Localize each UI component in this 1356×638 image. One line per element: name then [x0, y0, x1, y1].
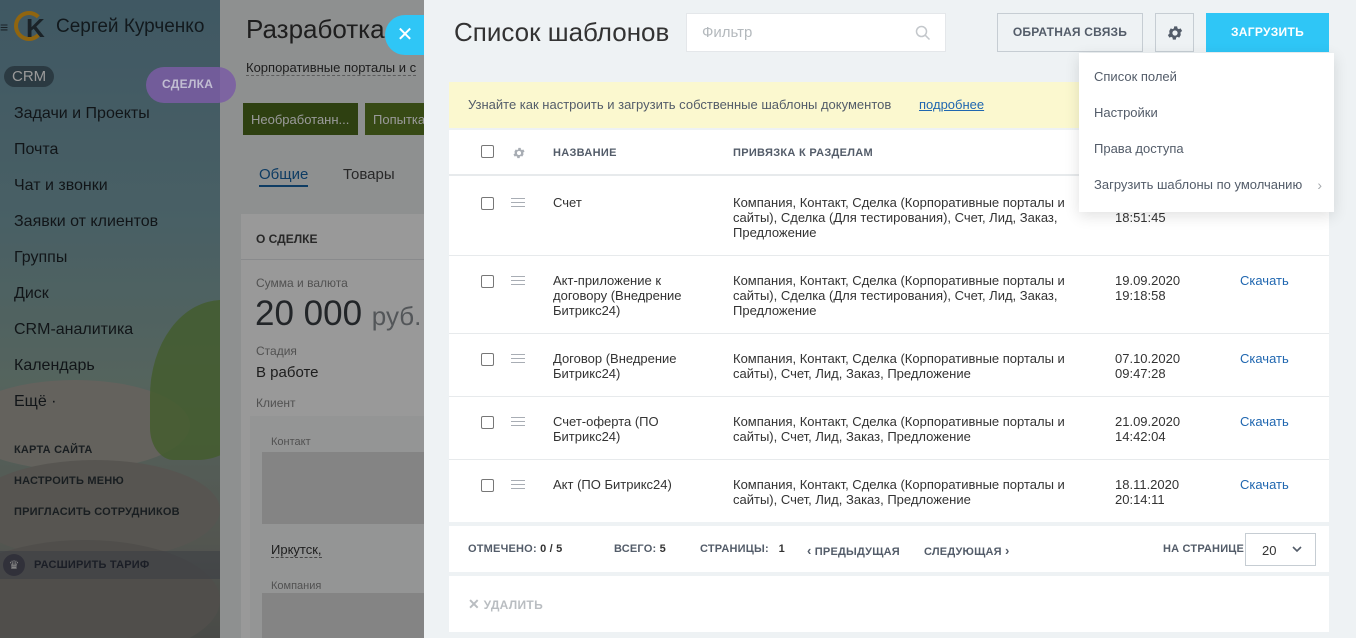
template-date: 21.09.2020 14:42:04 [1115, 414, 1181, 444]
column-header-binding[interactable]: ПРИВЯЗКА К РАЗДЕЛАМ [733, 147, 873, 159]
deal-badge[interactable]: СДЕЛКА [146, 67, 236, 103]
prev-page-button[interactable]: ‹ ПРЕДЫДУЩАЯ [807, 543, 900, 558]
per-page-select[interactable]: 20 [1245, 533, 1316, 566]
template-binding: Компания, Контакт, Сделка (Корпоративные… [733, 351, 1065, 381]
chevron-left-icon: ‹ [807, 543, 812, 558]
chevron-right-icon: › [1317, 177, 1322, 193]
page-title: Список шаблонов [454, 17, 670, 47]
feedback-button[interactable]: ОБРАТНАЯ СВЯЗЬ [997, 13, 1143, 52]
menu-item-access-rights[interactable]: Права доступа [1079, 131, 1334, 167]
close-button[interactable]: ✕ [385, 15, 425, 55]
selected-count: ОТМЕЧЕНО: 0 / 5 [468, 543, 563, 555]
download-link[interactable]: Скачать [1240, 414, 1289, 429]
drag-handle-icon[interactable] [511, 480, 525, 491]
action-panel: ✕ УДАЛИТЬ [449, 576, 1329, 632]
table-row[interactable]: Счет-оферта (ПО Битрикс24) Компания, Кон… [449, 397, 1329, 460]
template-date: 19.09.2020 19:18:58 [1115, 273, 1181, 303]
column-settings-icon[interactable] [512, 146, 526, 160]
gear-icon [1167, 25, 1182, 40]
template-date: 18.11.2020 20:14:11 [1115, 477, 1180, 507]
drag-handle-icon[interactable] [511, 198, 525, 209]
template-name[interactable]: Счет [553, 195, 703, 210]
template-name[interactable]: Договор (Внедрение Битрикс24) [553, 351, 703, 381]
selected-count-value: 0 / 5 [540, 543, 563, 555]
per-page-label: НА СТРАНИЦЕ: [1163, 543, 1248, 555]
filter-box[interactable] [686, 13, 946, 52]
total-count: ВСЕГО: 5 [614, 543, 666, 555]
filter-input[interactable] [687, 14, 907, 51]
template-name[interactable]: Акт-приложение к договору (Внедрение Бит… [553, 273, 703, 318]
column-header-name[interactable]: НАЗВАНИЕ [553, 147, 617, 159]
row-checkbox[interactable] [481, 479, 494, 492]
table-row[interactable]: Акт-приложение к договору (Внедрение Бит… [449, 256, 1329, 334]
next-page-button[interactable]: СЛЕДУЮЩАЯ › [924, 543, 1010, 558]
pages-info: СТРАНИЦЫ: 1 [700, 543, 785, 555]
template-date: 07.10.2020 09:47:28 [1115, 351, 1181, 381]
chevron-down-icon [1292, 546, 1302, 553]
template-binding: Компания, Контакт, Сделка (Корпоративные… [733, 414, 1065, 444]
upload-button[interactable]: ЗАГРУЗИТЬ [1206, 13, 1329, 52]
menu-item-fields-list[interactable]: Список полей [1079, 59, 1334, 95]
download-link[interactable]: Скачать [1240, 351, 1289, 366]
current-page[interactable]: 1 [779, 543, 785, 555]
menu-item-load-default-templates[interactable]: Загрузить шаблоны по умолчанию › [1079, 167, 1334, 203]
settings-menu: Список полей Настройки Права доступа Заг… [1079, 53, 1334, 212]
download-link[interactable]: Скачать [1240, 477, 1289, 492]
row-checkbox[interactable] [481, 275, 494, 288]
template-date: 18:51:45 [1115, 210, 1166, 225]
delete-button[interactable]: ✕ УДАЛИТЬ [468, 596, 543, 613]
chevron-right-icon: › [1005, 543, 1010, 558]
download-link[interactable]: Скачать [1240, 273, 1289, 288]
template-name[interactable]: Акт (ПО Битрикс24) [553, 477, 703, 492]
table-row[interactable]: Акт (ПО Битрикс24) Компания, Контакт, Сд… [449, 460, 1329, 522]
drag-handle-icon[interactable] [511, 417, 525, 428]
settings-button[interactable] [1155, 13, 1194, 52]
template-binding: Компания, Контакт, Сделка (Корпоративные… [733, 195, 1065, 240]
close-icon: ✕ [468, 596, 481, 612]
table-footer: ОТМЕЧЕНО: 0 / 5 ВСЕГО: 5 СТРАНИЦЫ: 1 ‹ П… [449, 526, 1329, 572]
template-binding: Компания, Контакт, Сделка (Корпоративные… [733, 273, 1065, 318]
close-icon: ✕ [396, 24, 414, 46]
info-text: Узнайте как настроить и загрузить собств… [468, 97, 892, 112]
row-checkbox[interactable] [481, 197, 494, 210]
drag-handle-icon[interactable] [511, 354, 525, 365]
table-row[interactable]: Договор (Внедрение Битрикс24) Компания, … [449, 334, 1329, 397]
row-checkbox[interactable] [481, 416, 494, 429]
search-icon[interactable] [915, 25, 931, 41]
drag-handle-icon[interactable] [511, 276, 525, 287]
total-count-value: 5 [659, 543, 666, 555]
template-binding: Компания, Контакт, Сделка (Корпоративные… [733, 477, 1065, 507]
info-more-link[interactable]: подробнее [919, 97, 984, 112]
select-all-checkbox[interactable] [481, 145, 494, 158]
template-name[interactable]: Счет-оферта (ПО Битрикс24) [553, 414, 703, 444]
row-checkbox[interactable] [481, 353, 494, 366]
menu-item-settings[interactable]: Настройки [1079, 95, 1334, 131]
